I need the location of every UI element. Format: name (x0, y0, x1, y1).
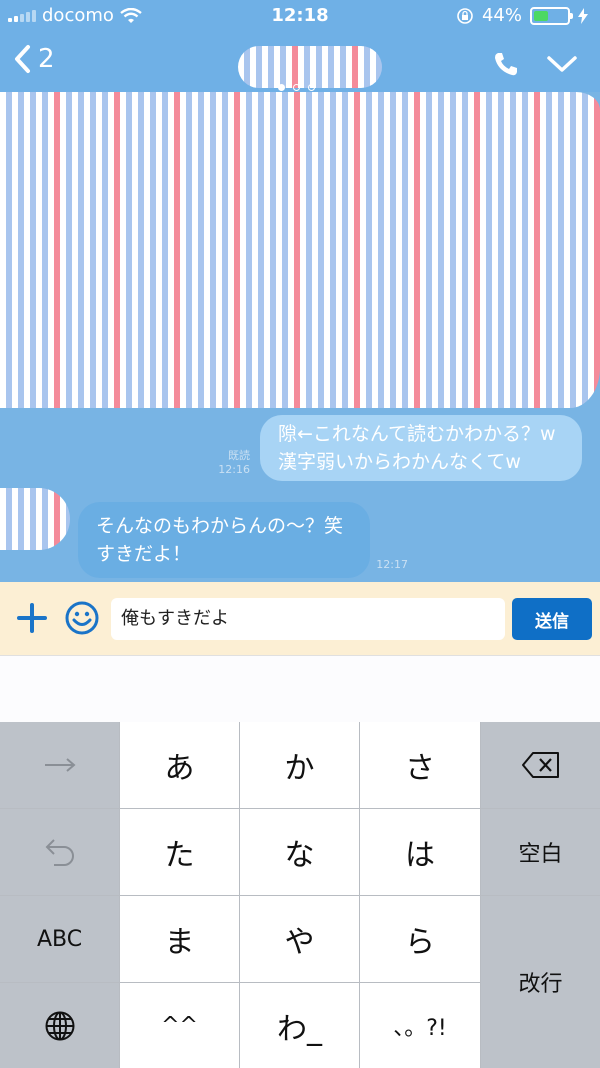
outgoing-message-bubble[interactable]: 隙←これなんて読むかわかる？w 漢字弱いからわかんなくてw (260, 415, 582, 481)
kana-key-punctuation[interactable]: 、。?! (360, 983, 480, 1068)
message-line: 隙←これなんて読むかわかる？w (278, 423, 556, 445)
plus-icon[interactable] (14, 600, 50, 636)
unread-count: 2 (38, 44, 55, 74)
kana-key-ma[interactable]: ま (120, 896, 239, 982)
back-chevron-icon (15, 45, 30, 73)
page-dots (278, 84, 315, 91)
kana-key-ta[interactable]: た (120, 809, 239, 895)
message-input-bar: 俺もすきだよ 送信 (0, 582, 600, 656)
status-bar: docomo 12:18 44% (0, 0, 600, 34)
chat-header: 2 (0, 34, 600, 92)
keyboard-delete-key[interactable] (481, 722, 600, 808)
kana-key-ya[interactable]: や (240, 896, 359, 982)
undo-icon (45, 839, 74, 866)
keyboard-abc-key[interactable]: ABC (0, 896, 119, 982)
globe-icon (45, 1011, 74, 1040)
message-line: そんなのもわからんの～？笑 (96, 515, 344, 537)
read-label: 既読 (228, 449, 250, 462)
message-line: すきだよ！ (96, 543, 192, 565)
kana-key-sa[interactable]: さ (360, 722, 480, 808)
keyboard: ABC あ か さ た な は ま や ら ^^ わ_ 、。?! 空白 改行 (0, 722, 600, 1068)
back-button[interactable]: 2 (12, 44, 55, 74)
page-dot (278, 84, 285, 91)
kana-key-a[interactable]: あ (120, 722, 239, 808)
kana-key-na[interactable]: な (240, 809, 359, 895)
rotation-lock-icon (457, 7, 473, 24)
battery-percent: 44% (481, 5, 522, 26)
avatar[interactable] (0, 488, 70, 550)
message-input[interactable]: 俺もすきだよ (111, 598, 505, 640)
keyboard-return-key[interactable]: 改行 (481, 896, 600, 1068)
kana-key-ha[interactable]: は (360, 809, 480, 895)
message-line: 漢字弱いからわかんなくてw (278, 451, 521, 473)
battery-fill (534, 10, 548, 21)
keyboard-space-key[interactable]: 空白 (481, 809, 600, 895)
kana-key-ra[interactable]: ら (360, 896, 480, 982)
chevron-down-icon[interactable] (546, 54, 578, 74)
charging-icon (578, 7, 588, 24)
emoji-icon[interactable] (64, 600, 100, 636)
message-time: 12:16 (218, 463, 250, 476)
send-button[interactable]: 送信 (512, 598, 592, 640)
read-receipt: 既読 12:16 (210, 449, 250, 477)
chat-area[interactable]: 既読 12:16 隙←これなんて読むかわかる？w 漢字弱いからわかんなくてw そ… (0, 92, 600, 582)
redacted-message-block (0, 92, 600, 408)
kana-key-wa[interactable]: わ_ (240, 983, 359, 1068)
status-right: 44% (456, 5, 588, 26)
message-time: 12:17 (376, 558, 408, 571)
keyboard-accessory-area (0, 656, 600, 722)
kana-key-ka[interactable]: か (240, 722, 359, 808)
kana-key-emoticon[interactable]: ^^ (120, 983, 239, 1068)
keyboard-next-key[interactable] (0, 722, 119, 808)
contact-name-redacted (238, 46, 382, 88)
battery-icon (530, 6, 573, 25)
keyboard-undo-key[interactable] (0, 809, 119, 895)
page-dot (293, 84, 300, 91)
incoming-message-bubble[interactable]: そんなのもわからんの～？笑 すきだよ！ (78, 502, 370, 578)
keyboard-globe-key[interactable] (0, 983, 119, 1068)
arrow-right-icon (44, 758, 76, 772)
delete-icon (521, 752, 559, 778)
page-dot (308, 84, 315, 91)
phone-icon[interactable] (492, 50, 520, 78)
